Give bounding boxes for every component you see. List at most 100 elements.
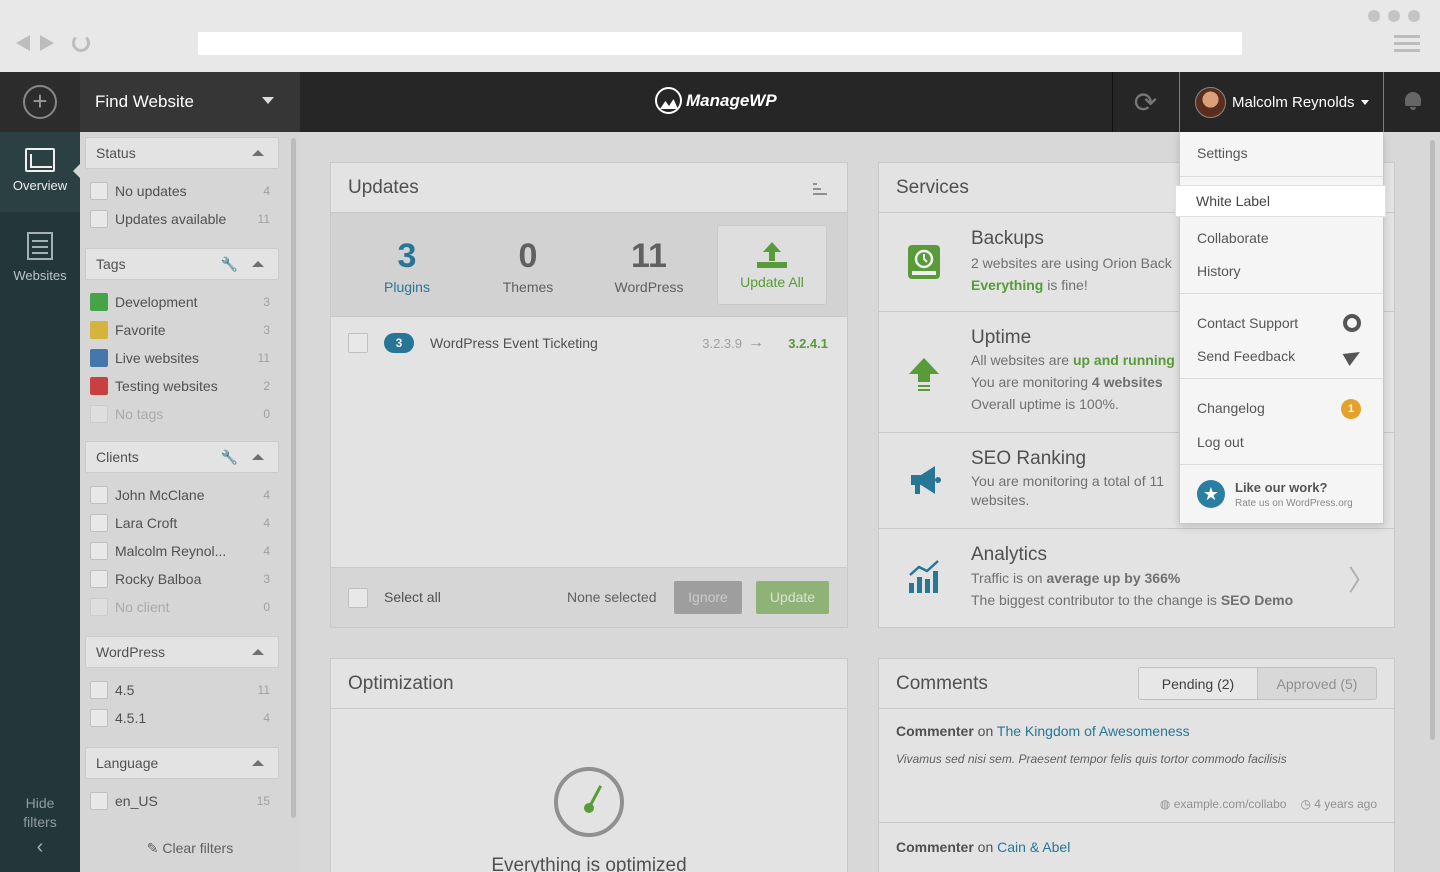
tag-swatch[interactable]: [90, 321, 108, 339]
update-item[interactable]: 3 WordPress Event Ticketing 3.2.3.9 → 3.…: [348, 331, 828, 355]
checkbox[interactable]: [90, 709, 108, 727]
menu-item-contact-support[interactable]: Contact Support: [1180, 310, 1383, 338]
filter-group-tags[interactable]: Tags 🔧: [85, 248, 279, 280]
stat-plugins[interactable]: 3 Plugins: [357, 237, 457, 326]
menu-item-collaborate[interactable]: Collaborate: [1180, 225, 1383, 253]
find-website-dropdown[interactable]: Find Website: [80, 72, 300, 132]
sort-icon[interactable]: [813, 183, 827, 198]
checkbox[interactable]: [348, 333, 368, 353]
checkbox[interactable]: [90, 681, 108, 699]
select-all-label[interactable]: Select all: [384, 589, 441, 605]
text-bold: SEO Demo: [1220, 592, 1294, 608]
update-button[interactable]: Update: [756, 581, 829, 614]
add-website-button[interactable]: +: [0, 72, 80, 132]
rail-item-websites[interactable]: Websites: [0, 224, 80, 294]
card-title: Services: [896, 177, 969, 198]
select-all-checkbox[interactable]: [348, 588, 368, 608]
filter-group-clients[interactable]: Clients 🔧: [85, 441, 279, 473]
filter-option[interactable]: 4.5.1 4: [90, 707, 270, 729]
filter-group-wordpress[interactable]: WordPress: [85, 636, 279, 668]
filter-option[interactable]: en_US 15: [90, 790, 270, 812]
checkbox[interactable]: [90, 570, 108, 588]
menu-item-log-out[interactable]: Log out: [1180, 429, 1383, 457]
menu-item-settings[interactable]: Settings: [1180, 140, 1383, 168]
tab-pending[interactable]: Pending (2): [1138, 667, 1258, 700]
menu-item-send-feedback[interactable]: Send Feedback: [1180, 343, 1383, 371]
collapse-icon[interactable]: [252, 760, 264, 766]
back-icon[interactable]: [16, 35, 30, 51]
update-all-button[interactable]: Update All: [717, 225, 827, 305]
hide-filters-button[interactable]: Hide filters ‹: [0, 794, 80, 857]
address-bar[interactable]: [198, 32, 1242, 55]
filter-option[interactable]: 4.5 11: [90, 679, 270, 701]
filter-option[interactable]: Favorite 3: [90, 319, 270, 341]
filter-option[interactable]: Rocky Balboa 3: [90, 568, 270, 590]
filters-scrollbar[interactable]: [291, 138, 296, 818]
menu-item-changelog[interactable]: Changelog 1: [1180, 395, 1383, 423]
filter-group-status[interactable]: Status: [85, 137, 279, 169]
browser-menu-icon[interactable]: [1394, 35, 1420, 56]
comment-author[interactable]: Commenter: [896, 723, 974, 739]
rate-us-subtitle: Rate us on WordPress.org: [1235, 498, 1353, 509]
updates-stats: 3 Plugins 0 Themes 11 WordPress Update A…: [331, 213, 847, 326]
checkbox[interactable]: [90, 210, 108, 228]
app-topbar: + Find Website ManageWP ⟳ Malcolm Reynol…: [0, 72, 1440, 132]
optimization-status: Everything is optimized: [491, 855, 687, 872]
checkbox[interactable]: [90, 514, 108, 532]
rail-item-overview[interactable]: Overview: [0, 132, 80, 212]
checkbox[interactable]: [90, 486, 108, 504]
checkbox[interactable]: [90, 405, 108, 423]
divider: [879, 822, 1394, 823]
comment-post-link[interactable]: Cain & Abel: [997, 839, 1070, 855]
filter-option[interactable]: John McClane 4: [90, 484, 270, 506]
notifications-bell-icon[interactable]: [1404, 92, 1422, 112]
tag-swatch[interactable]: [90, 377, 108, 395]
main-scrollbar[interactable]: [1430, 140, 1435, 740]
filter-option[interactable]: No client 0: [90, 596, 270, 618]
comment-post-link[interactable]: The Kingdom of Awesomeness: [997, 723, 1190, 739]
checkbox[interactable]: [90, 182, 108, 200]
menu-item-history[interactable]: History: [1180, 258, 1383, 286]
filter-option[interactable]: Malcolm Reynol... 4: [90, 540, 270, 562]
filter-option[interactable]: Lara Croft 4: [90, 512, 270, 534]
filter-count: 4: [263, 488, 270, 502]
collapse-icon[interactable]: [252, 649, 264, 655]
comment-site[interactable]: ◍ example.com/collabo: [1160, 797, 1287, 811]
tab-approved[interactable]: Approved (5): [1258, 667, 1377, 700]
tag-swatch[interactable]: [90, 293, 108, 311]
filter-group-language[interactable]: Language: [85, 747, 279, 779]
sync-button[interactable]: ⟳: [1112, 72, 1178, 132]
comment-time: ◷ 4 years ago: [1300, 797, 1377, 811]
comment-author[interactable]: Commenter: [896, 839, 974, 855]
comment-text: Vivamus sed nisi sem. Praesent tempor fe…: [896, 752, 1287, 766]
stat-themes[interactable]: 0 Themes: [478, 237, 578, 295]
user-menu-button[interactable]: Malcolm Reynolds: [1179, 72, 1384, 132]
reload-icon[interactable]: [72, 34, 90, 52]
collapse-icon[interactable]: [252, 454, 264, 460]
filter-option[interactable]: No updates 4: [90, 180, 270, 202]
ignore-button[interactable]: Ignore: [674, 581, 742, 614]
collapse-icon[interactable]: [252, 261, 264, 267]
filter-option[interactable]: No tags 0: [90, 403, 270, 425]
checkbox[interactable]: [90, 792, 108, 810]
divider: [1180, 293, 1383, 294]
service-analytics[interactable]: Analytics Traffic is on average up by 36…: [879, 529, 1394, 627]
checkbox[interactable]: [90, 598, 108, 616]
arrow-up-icon: [909, 358, 939, 391]
filter-option[interactable]: Live websites 11: [90, 347, 270, 369]
wrench-icon[interactable]: 🔧: [221, 256, 238, 273]
filter-label: Updates available: [115, 211, 227, 227]
stat-wordpress[interactable]: 11 WordPress: [599, 237, 699, 295]
checkbox[interactable]: [90, 542, 108, 560]
clear-filters-button[interactable]: ✎ Clear filters: [80, 840, 300, 857]
forward-icon[interactable]: [40, 35, 54, 51]
filter-option[interactable]: Updates available 11: [90, 208, 270, 230]
collapse-icon[interactable]: [252, 150, 264, 156]
wrench-icon[interactable]: 🔧: [221, 449, 238, 466]
menu-item-white-label[interactable]: White Label: [1176, 186, 1385, 216]
chevron-right-icon[interactable]: 〉: [1348, 559, 1376, 599]
filter-option[interactable]: Testing websites 2: [90, 375, 270, 397]
tag-swatch[interactable]: [90, 349, 108, 367]
filter-option[interactable]: Development 3: [90, 291, 270, 313]
managewp-logo[interactable]: ManageWP: [655, 87, 777, 114]
